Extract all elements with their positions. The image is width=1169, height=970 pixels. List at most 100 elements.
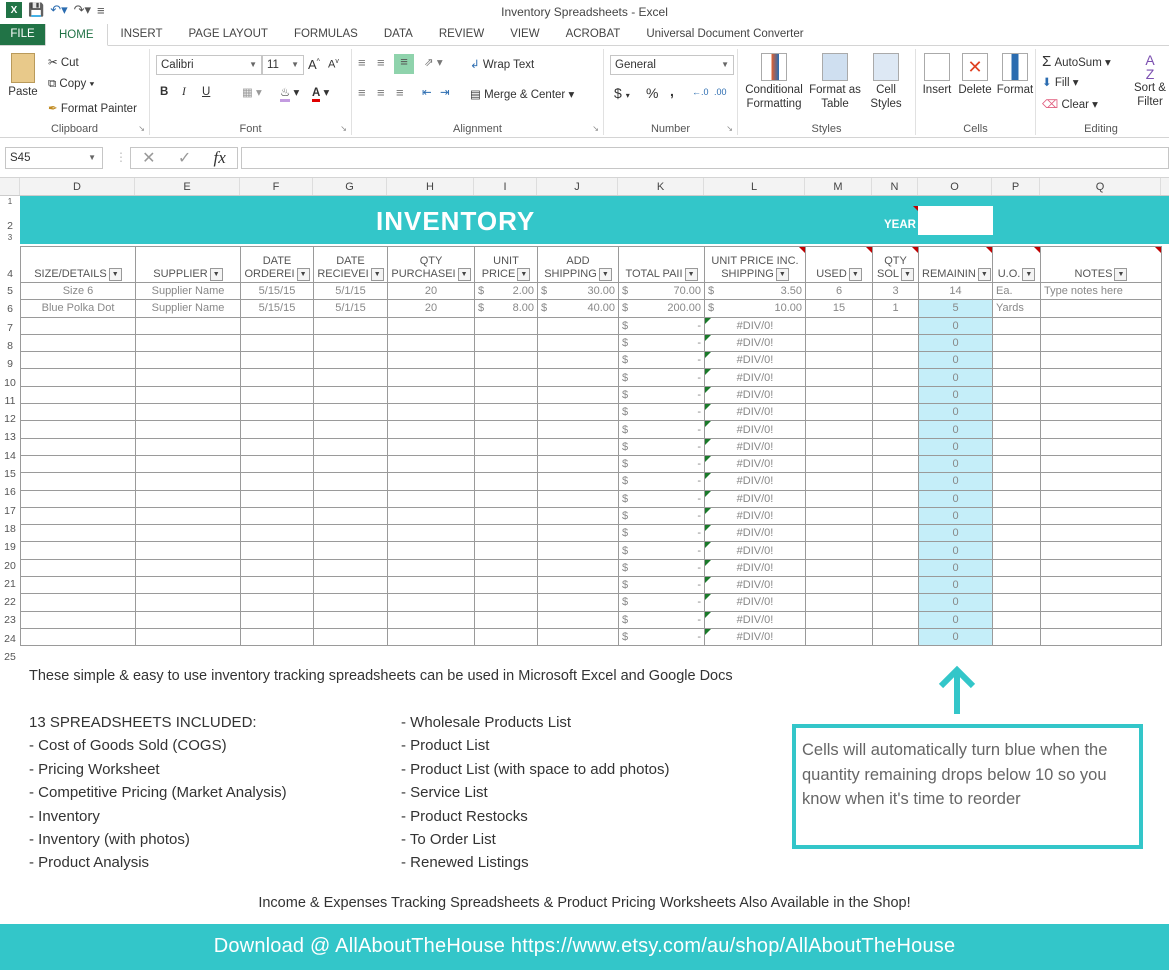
center-button[interactable]: ≡ <box>377 85 385 100</box>
filter-dropdown-icon[interactable]: ▼ <box>1022 268 1036 281</box>
table-cell[interactable] <box>474 403 538 422</box>
decrease-indent-button[interactable]: ⇤ <box>422 85 432 99</box>
tab-acrobat[interactable]: ACROBAT <box>553 23 634 45</box>
table-cell[interactable] <box>992 472 1041 491</box>
table-cell[interactable] <box>387 541 475 560</box>
total-paid-cell[interactable]: $ - <box>618 472 705 491</box>
table-cell[interactable] <box>872 403 919 422</box>
align-right-button[interactable]: ≡ <box>396 85 404 100</box>
table-cell[interactable] <box>240 489 314 508</box>
table-cell[interactable] <box>537 506 619 526</box>
column-header-l[interactable]: L <box>704 178 805 195</box>
tab-file[interactable]: FILE <box>0 23 45 45</box>
table-cell[interactable] <box>872 351 919 370</box>
table-cell[interactable]: Size 6 <box>20 281 136 301</box>
tab-home[interactable]: HOME <box>45 23 108 46</box>
copy-button[interactable]: ⧉ Copy ▾ <box>48 78 94 91</box>
row-header-7[interactable]: 7 <box>0 322 20 334</box>
table-cell[interactable] <box>20 454 136 474</box>
row-header-3[interactable]: 3 <box>0 233 20 242</box>
filter-dropdown-icon[interactable]: ▼ <box>684 268 698 281</box>
middle-align-button[interactable]: ≡ <box>377 55 385 70</box>
table-cell[interactable] <box>1040 610 1162 629</box>
table-cell[interactable]: 20 <box>387 281 475 301</box>
header-cell[interactable]: DATE RECIEVEI ▼ <box>313 246 388 283</box>
increase-decimal-button[interactable]: ←.0 <box>692 87 709 97</box>
dialog-launcher-icon[interactable]: ↘ <box>340 124 347 133</box>
table-cell[interactable] <box>240 454 314 474</box>
table-cell[interactable] <box>387 558 475 578</box>
total-paid-cell[interactable]: $ - <box>618 403 705 422</box>
remaining-cell[interactable]: 0 <box>918 524 993 543</box>
table-cell[interactable] <box>240 351 314 370</box>
format-as-table-button[interactable]: Format as Table <box>808 53 862 111</box>
table-cell[interactable] <box>537 403 619 422</box>
row-header-12[interactable]: 12 <box>0 413 20 425</box>
remaining-cell[interactable]: 0 <box>918 593 993 612</box>
unit-inc-shipping-cell[interactable]: #DIV/0! <box>704 489 806 508</box>
table-cell[interactable] <box>20 333 136 353</box>
currency-cell[interactable]: $3.50 <box>704 281 806 301</box>
year-input[interactable] <box>918 206 993 235</box>
table-cell[interactable] <box>240 437 314 456</box>
table-cell[interactable] <box>313 385 388 405</box>
table-cell[interactable] <box>537 368 619 387</box>
table-cell[interactable]: 6 <box>805 281 873 301</box>
table-cell[interactable] <box>992 403 1041 422</box>
filter-dropdown-icon[interactable]: ▼ <box>108 268 122 281</box>
unit-inc-shipping-cell[interactable]: #DIV/0! <box>704 333 806 353</box>
table-cell[interactable] <box>313 506 388 526</box>
table-cell[interactable] <box>20 593 136 612</box>
row-header-18[interactable]: 18 <box>0 523 20 535</box>
row-header-10[interactable]: 10 <box>0 377 20 389</box>
table-cell[interactable] <box>313 489 388 508</box>
table-cell[interactable] <box>313 403 388 422</box>
total-paid-cell[interactable]: $ - <box>618 351 705 370</box>
wrap-text-button[interactable]: ↲ Wrap Text <box>470 57 534 71</box>
table-cell[interactable] <box>135 576 241 595</box>
header-cell[interactable]: REMAININ ▼ <box>918 246 993 283</box>
table-cell[interactable] <box>805 576 873 595</box>
filter-dropdown-icon[interactable]: ▼ <box>209 268 223 281</box>
row-header-1[interactable]: 1 <box>0 197 20 206</box>
bold-button[interactable]: B <box>160 86 168 98</box>
header-cell[interactable]: USED ▼ <box>805 246 873 283</box>
table-cell[interactable] <box>1040 454 1162 474</box>
table-cell[interactable] <box>474 333 538 353</box>
table-cell[interactable] <box>20 489 136 508</box>
table-cell[interactable] <box>313 593 388 612</box>
table-cell[interactable] <box>537 316 619 335</box>
total-paid-cell[interactable]: $ - <box>618 333 705 353</box>
row-header-15[interactable]: 15 <box>0 468 20 480</box>
enter-checkmark-icon[interactable]: ✓ <box>178 148 191 168</box>
table-cell[interactable] <box>240 385 314 405</box>
row-header-11[interactable]: 11 <box>0 395 20 407</box>
row-header-23[interactable]: 23 <box>0 614 20 626</box>
table-cell[interactable] <box>537 454 619 474</box>
column-header-g[interactable]: G <box>313 178 387 195</box>
table-cell[interactable] <box>240 593 314 612</box>
table-cell[interactable] <box>387 437 475 456</box>
table-cell[interactable] <box>387 316 475 335</box>
unit-inc-shipping-cell[interactable]: #DIV/0! <box>704 351 806 370</box>
bottom-align-button[interactable]: ≡ <box>394 54 414 74</box>
table-cell[interactable] <box>313 454 388 474</box>
unit-inc-shipping-cell[interactable]: #DIV/0! <box>704 403 806 422</box>
borders-button[interactable]: ▦ ▾ <box>242 85 262 99</box>
table-cell[interactable] <box>474 541 538 560</box>
table-cell[interactable] <box>387 506 475 526</box>
unit-inc-shipping-cell[interactable]: #DIV/0! <box>704 420 806 439</box>
table-cell[interactable] <box>387 472 475 491</box>
grow-font-button[interactable]: A^ <box>308 57 320 72</box>
table-cell[interactable] <box>805 420 873 439</box>
tab-universal-document-converter[interactable]: Universal Document Converter <box>633 23 816 45</box>
filter-dropdown-icon[interactable]: ▼ <box>977 268 991 281</box>
header-cell[interactable]: UNIT PRICE INC. SHIPPING ▼ <box>704 246 806 283</box>
cancel-icon[interactable]: ✕ <box>142 148 155 168</box>
remaining-cell[interactable]: 0 <box>918 576 993 595</box>
unit-inc-shipping-cell[interactable]: #DIV/0! <box>704 610 806 629</box>
table-cell[interactable] <box>20 472 136 491</box>
filter-dropdown-icon[interactable]: ▼ <box>517 268 531 281</box>
table-cell[interactable] <box>992 593 1041 612</box>
table-cell[interactable] <box>387 403 475 422</box>
